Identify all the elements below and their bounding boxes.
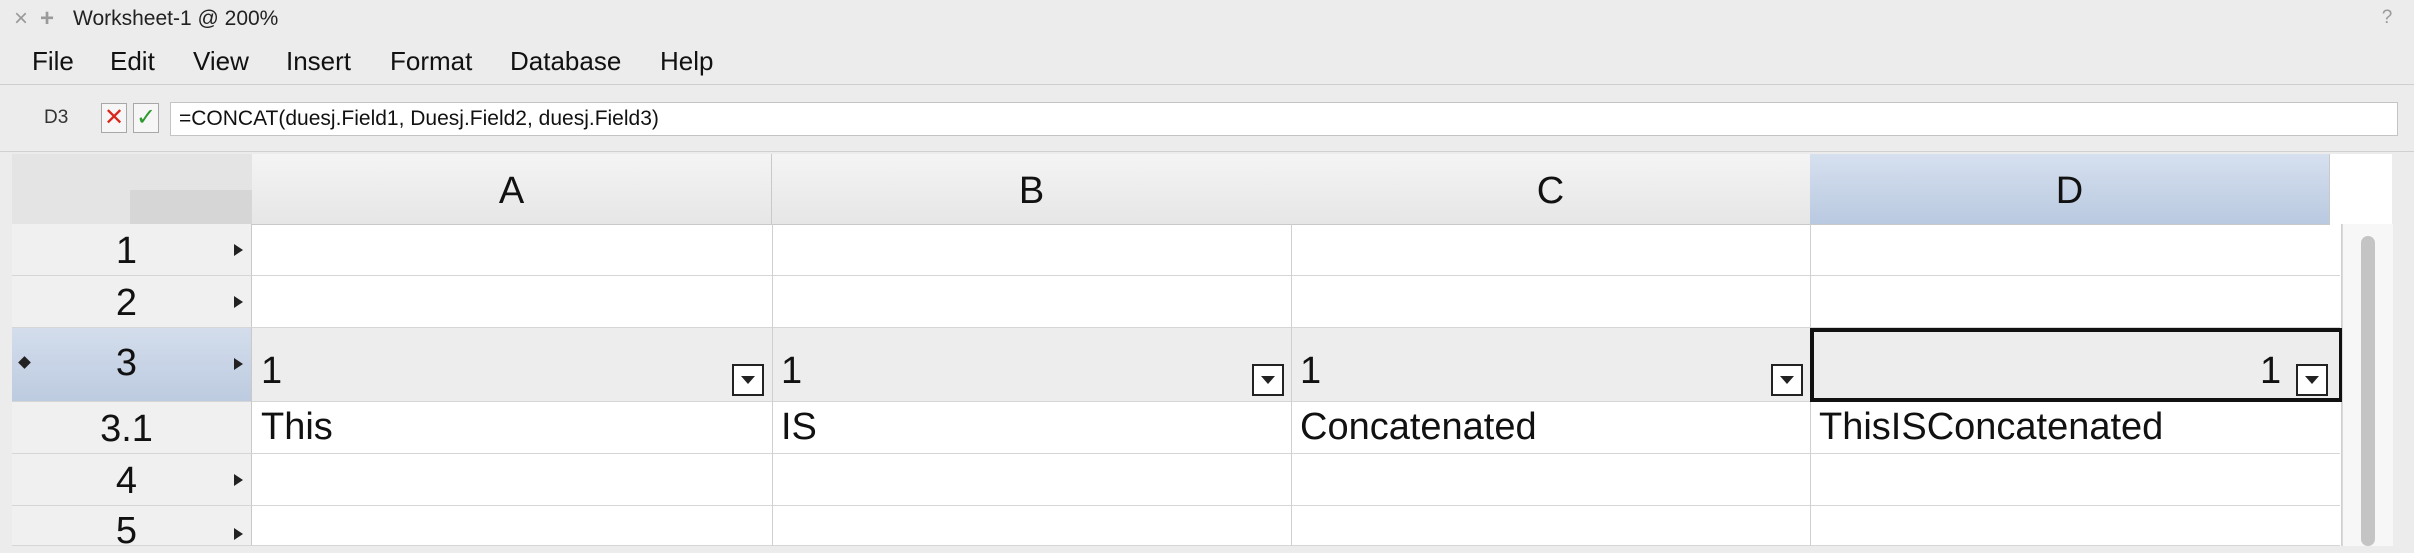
formula-bar: D3 ✕ ✓ =CONCAT(duesj.Field1, Duesj.Field… [0, 85, 2414, 152]
row-label: 2 [115, 282, 138, 324]
column-header-b[interactable]: B [772, 154, 1292, 225]
menu-help[interactable]: Help [658, 38, 715, 84]
cell-reference[interactable]: D3 [44, 107, 68, 129]
dropdown-icon[interactable] [1252, 364, 1284, 396]
cell-a3[interactable]: 1 [261, 350, 282, 393]
close-icon[interactable]: × [14, 5, 28, 33]
row-label: 1 [115, 230, 138, 272]
column-separator [1810, 224, 1811, 546]
select-all-corner[interactable] [12, 154, 253, 225]
vertical-scrollbar[interactable] [2342, 224, 2393, 546]
cell-b3-1[interactable]: IS [781, 406, 817, 449]
menu-insert[interactable]: Insert [284, 38, 353, 84]
cell-d3[interactable]: 1 [2260, 350, 2281, 393]
row-expand-icon[interactable] [234, 244, 243, 256]
cell-a3-1[interactable]: This [261, 406, 333, 449]
dropdown-icon[interactable] [732, 364, 764, 396]
row-4 [252, 454, 2340, 506]
row-header-3-1[interactable]: 3.1 [12, 402, 252, 454]
dropdown-icon[interactable] [1771, 364, 1803, 396]
row-header-2[interactable]: 2 [12, 276, 252, 328]
row-header-3[interactable]: 3 [12, 328, 252, 402]
row-expand-icon[interactable] [234, 358, 243, 370]
title-bar: × + Worksheet-1 @ 200% ? [0, 0, 2414, 39]
cell-c3-1[interactable]: Concatenated [1300, 406, 1537, 449]
menu-database[interactable]: Database [508, 38, 623, 84]
column-separator [1291, 224, 1292, 546]
row-header-1[interactable]: 1 [12, 224, 252, 276]
menu-format[interactable]: Format [388, 38, 474, 84]
accept-formula-icon[interactable]: ✓ [133, 103, 159, 133]
menu-bar: File Edit View Insert Format Database He… [0, 38, 2414, 85]
row-header-4[interactable]: 4 [12, 454, 252, 506]
row-expand-icon[interactable] [234, 528, 243, 540]
dropdown-icon[interactable] [2296, 364, 2328, 396]
menu-view[interactable]: View [191, 38, 251, 84]
column-separator [772, 224, 773, 546]
row-5 [252, 506, 2340, 546]
window-title: Worksheet-1 @ 200% [73, 7, 279, 30]
help-icon[interactable]: ? [2376, 7, 2398, 29]
row-1 [252, 224, 2340, 276]
row-header-5[interactable]: 5 [12, 506, 252, 552]
scrollbar-thumb[interactable] [2361, 236, 2375, 546]
cancel-formula-icon[interactable]: ✕ [101, 103, 127, 133]
zoom-icon[interactable]: + [40, 5, 54, 33]
current-row-marker-icon [18, 356, 31, 369]
row-label: 4 [115, 460, 138, 502]
column-header-c[interactable]: C [1291, 154, 1811, 225]
row-label: 3 [115, 342, 138, 384]
column-header-a[interactable]: A [252, 154, 772, 225]
menu-edit[interactable]: Edit [108, 38, 157, 84]
row-expand-icon[interactable] [234, 296, 243, 308]
formula-input[interactable]: =CONCAT(duesj.Field1, Duesj.Field2, dues… [170, 102, 2398, 136]
row-3 [252, 328, 2340, 402]
menu-file[interactable]: File [30, 38, 76, 84]
corner-shade [130, 190, 252, 224]
cell-d3-1[interactable]: ThisISConcatenated [1819, 406, 2163, 449]
row-label: 5 [115, 510, 138, 552]
row-2 [252, 276, 2340, 328]
cell-b3[interactable]: 1 [781, 350, 802, 393]
cell-c3[interactable]: 1 [1300, 350, 1321, 393]
spreadsheet-grid: A B C D 1 2 3 3.1 4 5 1 1 1 1 This IS Co… [12, 154, 2393, 552]
row-expand-icon[interactable] [234, 474, 243, 486]
column-header-d[interactable]: D [1810, 154, 2330, 225]
row-label: 3.1 [100, 408, 153, 450]
